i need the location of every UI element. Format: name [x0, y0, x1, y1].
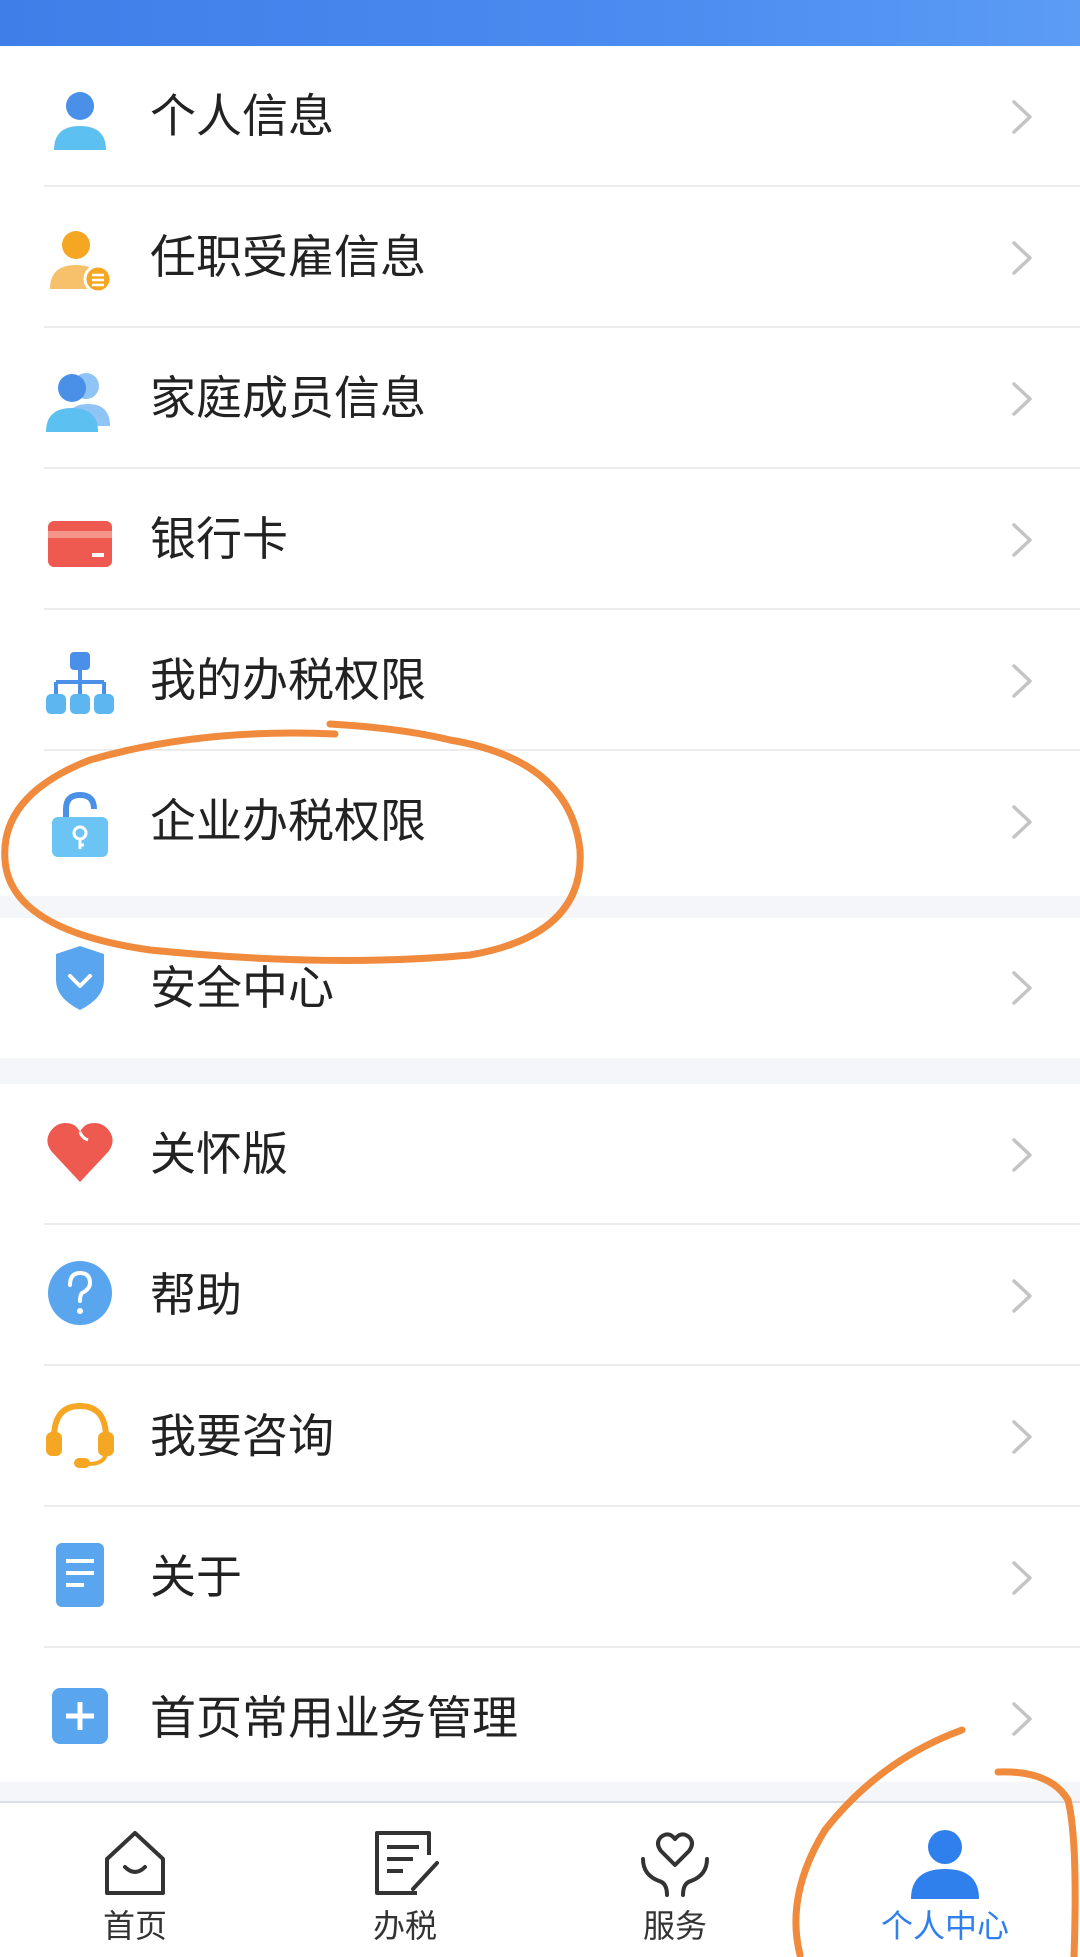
tab-home[interactable]: 首页	[0, 1803, 270, 1957]
menu-item-label: 我要咨询	[150, 1409, 334, 1463]
help-icon	[44, 1257, 116, 1329]
tab-label: 个人中心	[880, 1907, 1009, 1945]
plus-icon	[44, 1680, 116, 1752]
menu-item-enterprise-tax-permissions[interactable]: 企业办税权限	[0, 751, 1080, 892]
person-icon	[907, 1825, 983, 1901]
menu-item-label: 安全中心	[150, 961, 334, 1015]
chevron-right-icon	[1008, 1700, 1036, 1738]
bank-card-icon	[44, 507, 116, 579]
tab-personal-center[interactable]: 个人中心	[810, 1803, 1080, 1957]
chevron-right-icon	[1008, 1136, 1036, 1174]
lock-icon	[44, 789, 116, 861]
menu-item-label: 任职受雇信息	[150, 230, 426, 284]
bottom-tab-bar: 首页 办税 服务 个人中心	[0, 1801, 1080, 1957]
tab-label: 首页	[102, 1907, 167, 1945]
menu-item-family-info[interactable]: 家庭成员信息	[0, 328, 1080, 469]
menu-item-label: 企业办税权限	[150, 794, 426, 848]
menu-section-security: 安全中心	[0, 918, 1080, 1058]
menu-item-help[interactable]: 帮助	[0, 1225, 1080, 1366]
chevron-right-icon	[1008, 662, 1036, 700]
menu-item-consult[interactable]: 我要咨询	[0, 1366, 1080, 1507]
chevron-right-icon	[1008, 1418, 1036, 1456]
top-status-bar	[0, 0, 1080, 46]
menu-item-my-tax-permissions[interactable]: 我的办税权限	[0, 610, 1080, 751]
menu-item-label: 我的办税权限	[150, 653, 426, 707]
menu-item-employment-info[interactable]: 任职受雇信息	[0, 187, 1080, 328]
menu-item-about[interactable]: 关于	[0, 1507, 1080, 1648]
org-chart-icon	[44, 648, 116, 720]
user-icon	[44, 84, 116, 156]
menu-item-label: 银行卡	[150, 512, 288, 566]
service-heart-icon	[637, 1825, 713, 1901]
tab-service[interactable]: 服务	[540, 1803, 810, 1957]
menu-item-label: 帮助	[150, 1268, 242, 1322]
home-icon	[97, 1825, 173, 1901]
chevron-right-icon	[1008, 969, 1036, 1007]
family-icon	[44, 366, 116, 438]
menu-item-label: 关于	[150, 1550, 242, 1604]
edit-document-icon	[367, 1825, 443, 1901]
chevron-right-icon	[1008, 380, 1036, 418]
menu-item-label: 个人信息	[150, 89, 334, 143]
menu-item-personal-info[interactable]: 个人信息	[0, 46, 1080, 187]
menu-item-label: 首页常用业务管理	[150, 1691, 518, 1745]
chevron-right-icon	[1008, 803, 1036, 841]
menu-item-security-center[interactable]: 安全中心	[0, 918, 1080, 1058]
tab-tax[interactable]: 办税	[270, 1803, 540, 1957]
chevron-right-icon	[1008, 1277, 1036, 1315]
document-icon	[44, 1539, 116, 1611]
tab-label: 服务	[642, 1907, 707, 1945]
menu-item-label: 关怀版	[150, 1127, 288, 1181]
shield-icon	[44, 940, 116, 1012]
menu-item-home-services-management[interactable]: 首页常用业务管理	[0, 1648, 1080, 1789]
menu-section-support: 关怀版 帮助 我要咨询 关于 首页常用业务管理	[0, 1084, 1080, 1782]
menu-item-care-version[interactable]: 关怀版	[0, 1084, 1080, 1225]
menu-item-bank-card[interactable]: 银行卡	[0, 469, 1080, 610]
chevron-right-icon	[1008, 521, 1036, 559]
employment-icon	[44, 225, 116, 297]
chevron-right-icon	[1008, 98, 1036, 136]
chevron-right-icon	[1008, 239, 1036, 277]
chevron-right-icon	[1008, 1559, 1036, 1597]
headset-icon	[44, 1398, 116, 1470]
tab-label: 办税	[372, 1907, 437, 1945]
heart-icon	[44, 1116, 116, 1188]
menu-section-personal: 个人信息 任职受雇信息 家庭成员信息 银行卡 我的办税权限 企业办税权限	[0, 46, 1080, 896]
menu-item-label: 家庭成员信息	[150, 371, 426, 425]
